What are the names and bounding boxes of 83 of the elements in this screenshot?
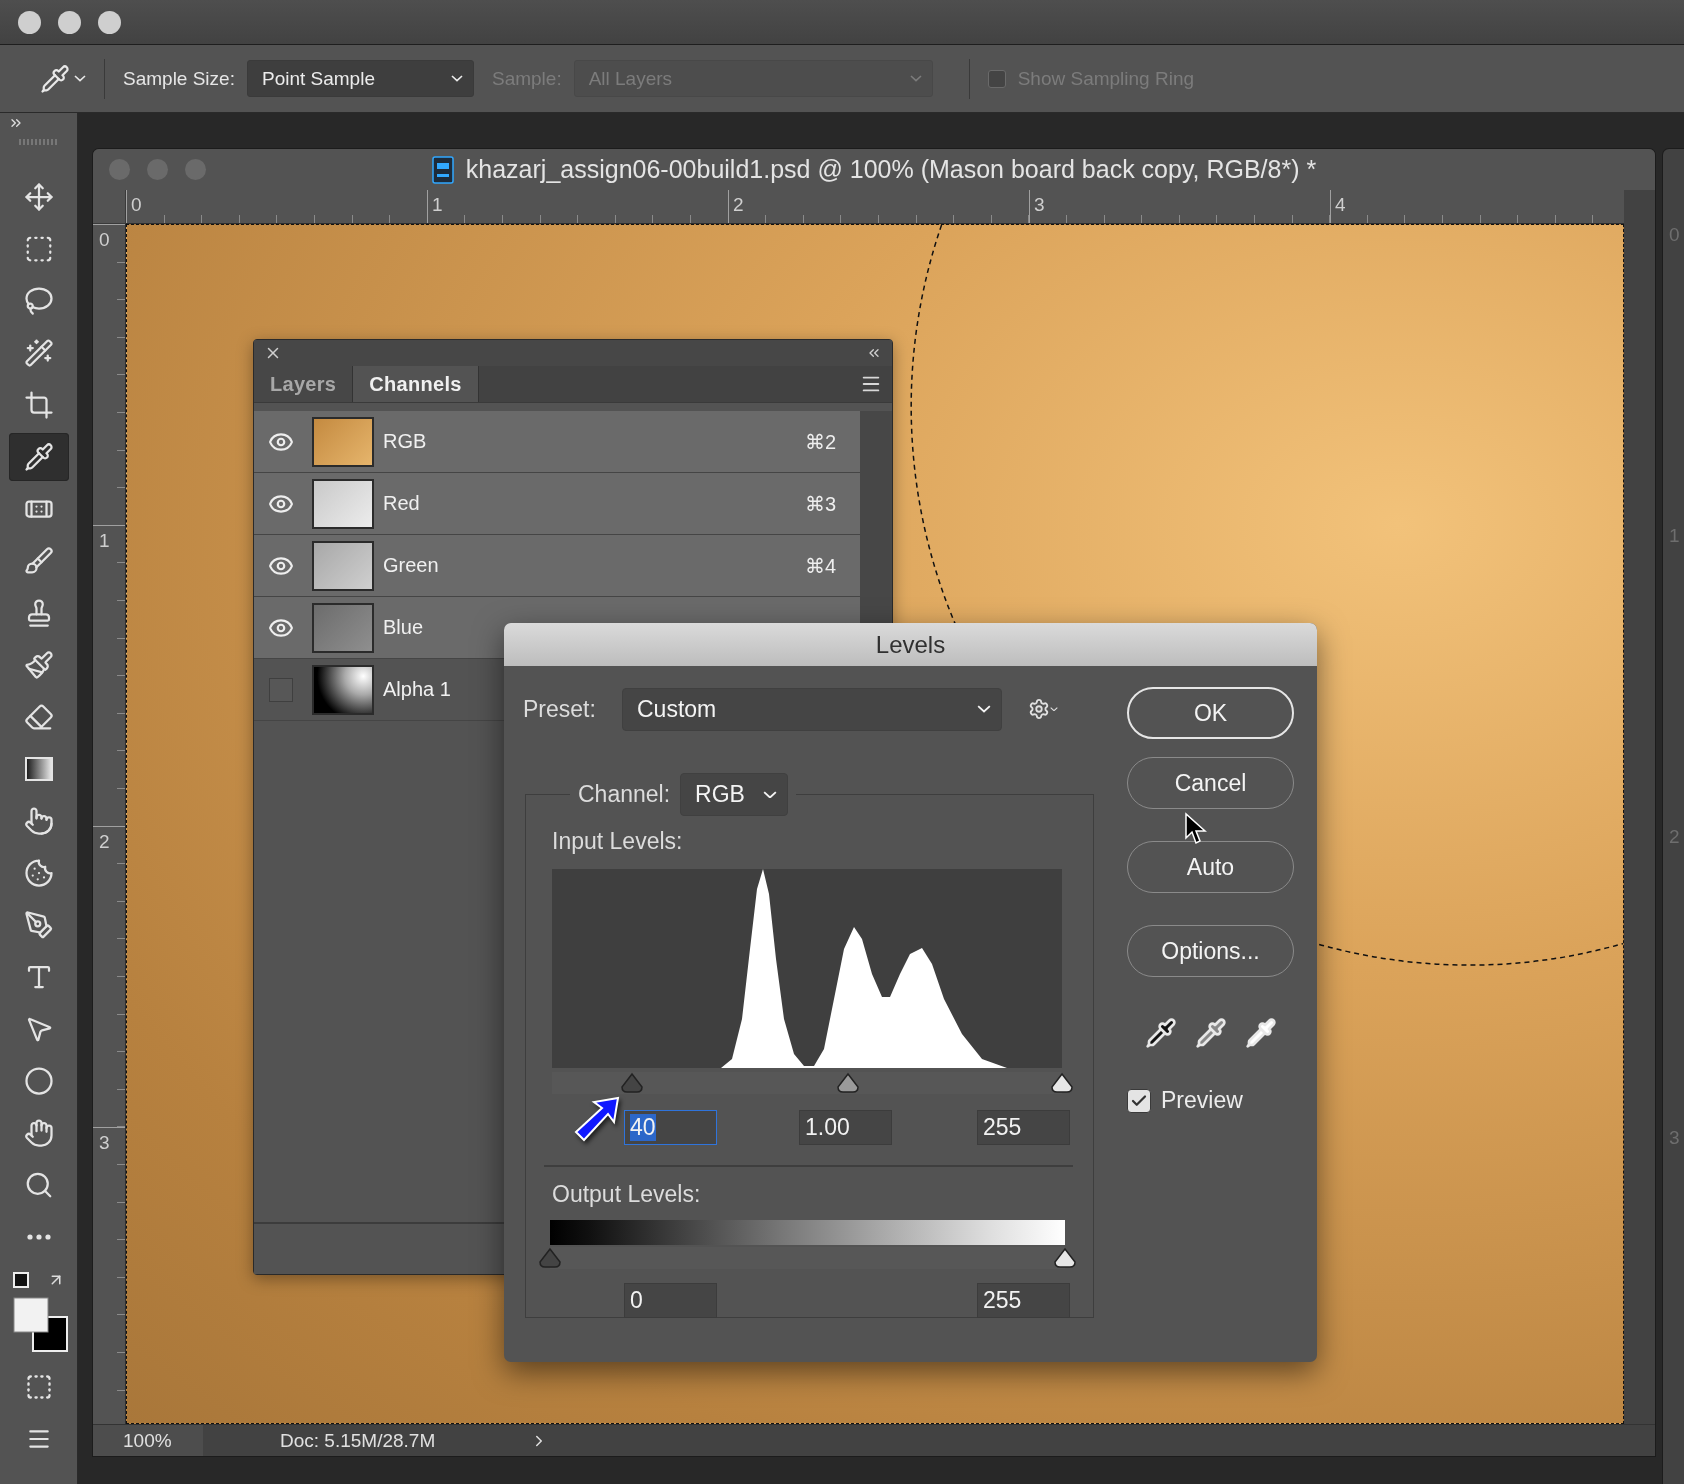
input-field[interactable]: 255 xyxy=(977,1283,1070,1318)
dialog-button[interactable]: OK xyxy=(1127,687,1294,739)
mouse-cursor-icon xyxy=(1184,812,1210,846)
magic-wand-icon xyxy=(23,338,54,368)
dropdown[interactable]: Point Sample xyxy=(246,60,474,97)
channel-dropdown[interactable]: RGB xyxy=(680,773,789,816)
channel-row[interactable]: Red ⌘3 xyxy=(254,473,860,535)
color-swatches-drawing[interactable] xyxy=(12,1297,69,1353)
ruler-label: 1 xyxy=(427,190,728,223)
eyedropper-icon xyxy=(1144,1017,1177,1049)
ruler-label: 0 xyxy=(93,224,125,525)
window-control[interactable] xyxy=(18,10,41,34)
settings-button[interactable] xyxy=(1028,698,1058,720)
window-control[interactable] xyxy=(98,10,121,34)
channel-label: Channel: xyxy=(578,781,671,808)
channel-name: Alpha 1 xyxy=(383,678,452,701)
slider-handle[interactable] xyxy=(835,1072,860,1094)
section-label: Input Levels: xyxy=(552,828,684,855)
caret-icon xyxy=(74,75,86,82)
field-label: Sample Size: xyxy=(123,67,235,90)
default-colors-icon[interactable] xyxy=(12,1272,29,1288)
document-info: Doc: 5.15M/28.7M xyxy=(280,1429,437,1452)
caret-icon xyxy=(977,705,991,713)
input-field[interactable]: 255 xyxy=(977,1110,1070,1145)
lasso-icon xyxy=(23,286,54,316)
paintbrush-icon xyxy=(23,650,54,680)
document-title: khazarj_assign06-00build1.psd @ 100% (Mason board back copy, RGB/8*) * xyxy=(465,155,1317,184)
settings-icon xyxy=(1028,698,1050,720)
pen-icon xyxy=(23,910,54,940)
slider-handle[interactable] xyxy=(620,1072,645,1094)
caret-icon xyxy=(909,75,922,82)
dashed-square-icon xyxy=(24,1373,53,1401)
ruler-label: 1 xyxy=(93,525,125,826)
ruler-label: 2 xyxy=(93,826,125,1127)
slider-handle[interactable] xyxy=(1053,1247,1077,1269)
panel-tab[interactable]: Channels xyxy=(353,366,479,402)
input-field[interactable]: 1.00 xyxy=(799,1110,892,1145)
shortcut-label: ⌘4 xyxy=(804,553,836,578)
channel-name: Blue xyxy=(383,616,425,639)
caret-icon xyxy=(1050,706,1058,712)
input-field[interactable]: 0 xyxy=(624,1283,717,1318)
eyedropper-icon xyxy=(1194,1017,1227,1049)
brush-icon xyxy=(23,546,54,576)
ellipse-icon xyxy=(23,1066,54,1096)
ruler-label: 3 xyxy=(1029,190,1330,223)
zoom-level[interactable]: 100% xyxy=(93,1425,203,1456)
tool-button[interactable] xyxy=(8,433,69,481)
channel-name: Green xyxy=(383,554,440,577)
slider-handle[interactable] xyxy=(538,1247,562,1269)
panel-tab[interactable]: Layers xyxy=(254,366,354,402)
section-label: Output Levels: xyxy=(552,1181,702,1208)
pointing-hand-icon xyxy=(23,806,54,836)
file-icon xyxy=(431,155,454,184)
caret-icon xyxy=(450,75,463,82)
preset-dropdown[interactable]: Custom xyxy=(622,687,1002,731)
dialog-title: Levels xyxy=(504,623,1317,666)
preview-checkbox[interactable]: Preview xyxy=(1127,1087,1243,1114)
blob-icon xyxy=(23,858,54,888)
channel-name: Red xyxy=(383,492,421,515)
input-field[interactable]: 40 xyxy=(624,1110,717,1145)
ruler-label: 2 xyxy=(728,190,1029,223)
move-icon xyxy=(23,182,54,212)
eyedropper-icon xyxy=(1244,1017,1277,1049)
hand-icon xyxy=(23,1118,54,1148)
slider-handle[interactable] xyxy=(1050,1072,1074,1094)
window-control[interactable] xyxy=(58,10,81,34)
channel-row[interactable]: Green ⌘4 xyxy=(254,535,860,597)
preset-label: Preset: xyxy=(523,695,597,723)
eyedropper-icon xyxy=(23,442,54,472)
shortcut-label: ⌘3 xyxy=(804,491,836,516)
shortcut-label: ⌘2 xyxy=(804,429,836,454)
caret-icon xyxy=(763,790,778,799)
crop-icon xyxy=(23,390,54,420)
eyedropper-icon xyxy=(40,63,70,94)
eraser-icon xyxy=(23,702,54,732)
channel-row[interactable]: RGB ⌘2 xyxy=(254,411,860,473)
ruler-label: 0 xyxy=(126,190,427,223)
visibility-toggle[interactable] xyxy=(269,677,293,702)
more-icon xyxy=(26,1234,51,1240)
gradient-icon xyxy=(24,757,53,781)
arrow-icon xyxy=(572,1094,622,1144)
channel-name: RGB xyxy=(383,430,428,453)
tool-preset-picker[interactable] xyxy=(40,63,86,94)
